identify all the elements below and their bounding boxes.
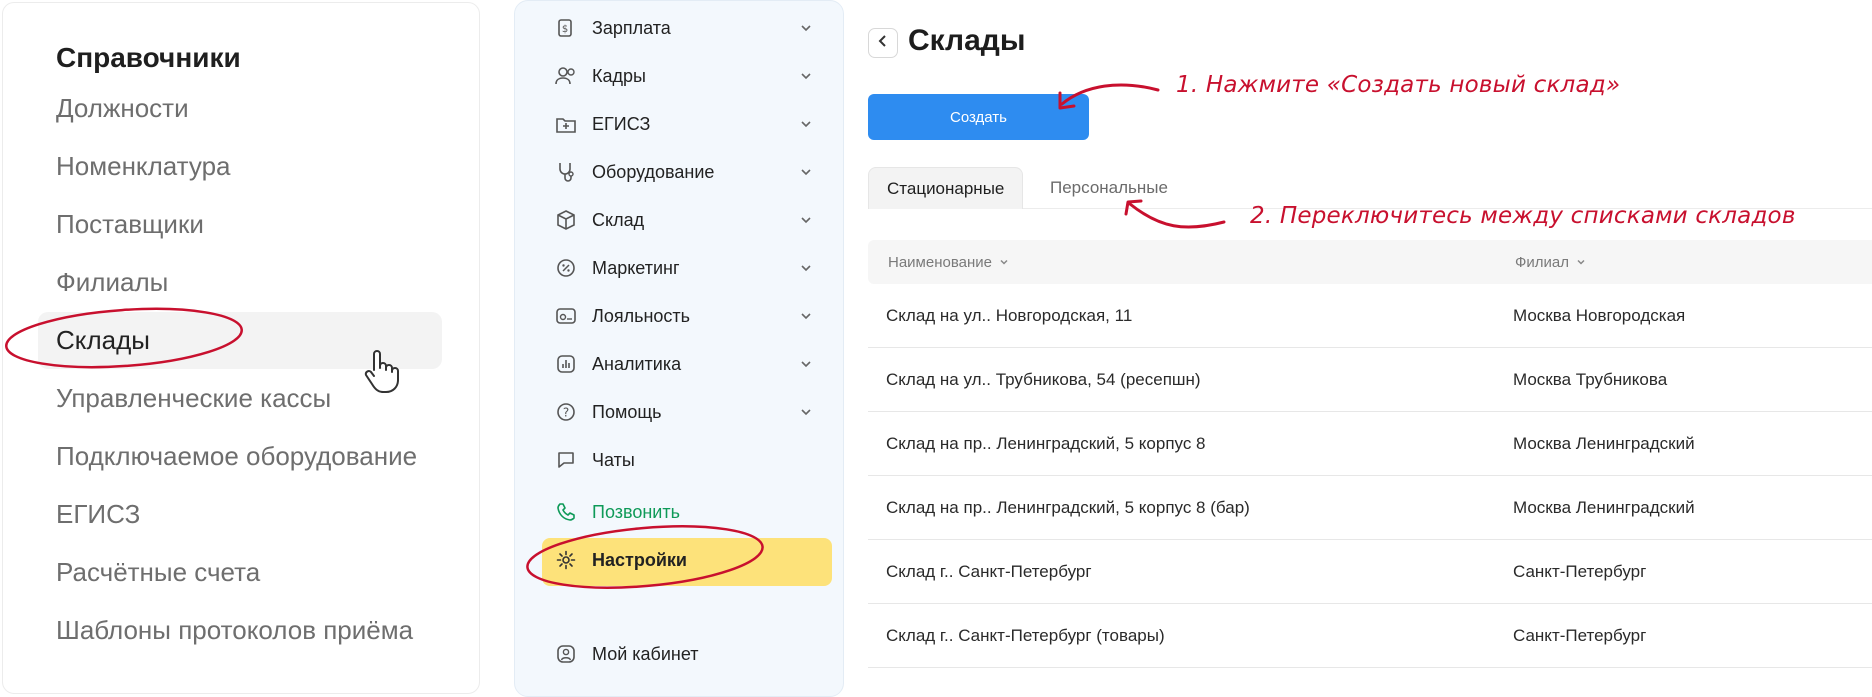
annotation-step-1: 1. Нажмите «Создать новый склад»	[1176, 72, 1621, 98]
reference-item-branches[interactable]: Филиалы	[56, 267, 168, 298]
chart-icon	[554, 352, 578, 376]
nav-label: ЕГИСЗ	[592, 113, 651, 134]
chevron-down-icon	[798, 68, 814, 84]
reference-item-equipment[interactable]: Подключаемое оборудование	[56, 441, 417, 472]
nav-item-my-cabinet[interactable]: Мой кабинет	[554, 634, 822, 674]
cell-branch: Москва Новгородская	[1513, 306, 1686, 325]
cell-branch: Москва Ленинградский	[1513, 498, 1695, 517]
nav-item-marketing[interactable]: Маркетинг	[554, 248, 822, 288]
nav-label: Чаты	[592, 449, 635, 470]
stethoscope-icon	[554, 160, 578, 184]
nav-item-staff[interactable]: Кадры	[554, 56, 822, 96]
tab-stationary[interactable]: Стационарные	[868, 167, 1024, 209]
cell-branch: Санкт-Петербург	[1513, 626, 1647, 645]
hand-cursor-icon	[364, 350, 399, 393]
chevron-left-icon	[877, 34, 889, 53]
nav-item-chats[interactable]: Чаты	[554, 440, 822, 480]
table-header: Наименование Филиал	[868, 240, 1872, 284]
nav-label: Настройки	[592, 549, 687, 570]
nav-label: Маркетинг	[592, 257, 680, 278]
chevron-down-icon	[998, 256, 1010, 268]
create-button[interactable]: Создать	[868, 94, 1089, 140]
table-row[interactable]: Склад на пр.. Ленинградский, 5 корпус 8 …	[868, 476, 1872, 540]
table-row[interactable]: Склад г.. Санкт-Петербург (товары) Санкт…	[868, 604, 1872, 668]
reference-item-warehouses[interactable]: Склады	[56, 325, 150, 356]
nav-item-salary[interactable]: $ Зарплата	[554, 8, 822, 48]
nav-label: Мой кабинет	[592, 643, 699, 664]
user-circle-icon	[554, 642, 578, 666]
chat-icon	[554, 448, 578, 472]
cell-name: Склад на ул.. Новгородская, 11	[886, 306, 1133, 325]
chevron-down-icon	[798, 212, 814, 228]
nav-label: Лояльность	[592, 305, 691, 326]
chevron-down-icon	[798, 20, 814, 36]
nav-label: Позвонить	[592, 501, 680, 522]
nav-item-loyalty[interactable]: Лояльность	[554, 296, 822, 336]
reference-item-protocol-templates[interactable]: Шаблоны протоколов приёма	[56, 615, 413, 646]
nav-label: Аналитика	[592, 353, 682, 374]
back-button[interactable]	[868, 28, 898, 58]
phone-icon	[554, 500, 578, 524]
column-label: Наименование	[888, 253, 992, 271]
gear-icon	[554, 548, 578, 572]
nav-item-egisz[interactable]: ЕГИСЗ	[554, 104, 822, 144]
chevron-down-icon	[798, 116, 814, 132]
help-icon: ?	[554, 400, 578, 424]
cell-name: Склад г.. Санкт-Петербург (товары)	[886, 626, 1165, 645]
chevron-down-icon	[1575, 256, 1587, 268]
reference-item-suppliers[interactable]: Поставщики	[56, 209, 204, 240]
cell-name: Склад г.. Санкт-Петербург	[886, 562, 1092, 581]
loyalty-card-icon	[554, 304, 578, 328]
svg-text:?: ?	[563, 406, 569, 420]
screen: Справочники Должности Номенклатура Поста…	[0, 0, 1872, 697]
salary-icon: $	[554, 16, 578, 40]
nav-item-help[interactable]: ? Помощь	[554, 392, 822, 432]
nav-item-analytics[interactable]: Аналитика	[554, 344, 822, 384]
reference-item-egisz[interactable]: ЕГИСЗ	[56, 499, 140, 530]
reference-item-bank-accounts[interactable]: Расчётные счета	[56, 557, 260, 588]
page-title: Склады	[908, 24, 1026, 57]
cell-name: Склад на пр.. Ленинградский, 5 корпус 8	[886, 434, 1206, 453]
nav-item-settings[interactable]: Настройки	[554, 540, 822, 580]
cell-branch: Москва Трубникова	[1513, 370, 1668, 389]
percent-icon	[554, 256, 578, 280]
column-header-branch[interactable]: Филиал	[1515, 240, 1587, 284]
chevron-down-icon	[798, 260, 814, 276]
svg-text:$: $	[562, 24, 568, 35]
box-icon	[554, 208, 578, 232]
nav-label: Зарплата	[592, 17, 671, 38]
nav-label: Оборудование	[592, 161, 715, 182]
chevron-down-icon	[798, 164, 814, 180]
chevron-down-icon	[798, 356, 814, 372]
people-icon	[554, 64, 578, 88]
table-row[interactable]: Склад на ул.. Трубникова, 54 (ресепшн) М…	[868, 348, 1872, 412]
nav-label: Помощь	[592, 401, 662, 422]
column-header-name[interactable]: Наименование	[888, 240, 1010, 284]
nav-label: Кадры	[592, 65, 646, 86]
tab-personal[interactable]: Персональные	[1050, 167, 1168, 209]
cell-branch: Санкт-Петербург	[1513, 562, 1647, 581]
folder-plus-icon	[554, 112, 578, 136]
reference-title: Справочники	[56, 42, 241, 73]
nav-item-call[interactable]: Позвонить	[554, 492, 822, 532]
annotation-step-2: 2. Переключитесь между списками складов	[1250, 203, 1796, 229]
chevron-down-icon	[798, 404, 814, 420]
table-row[interactable]: Склад г.. Санкт-Петербург Санкт-Петербур…	[868, 540, 1872, 604]
reference-item-nomenclature[interactable]: Номенклатура	[56, 151, 230, 182]
table-row[interactable]: Склад на ул.. Новгородская, 11 Москва Но…	[868, 284, 1872, 348]
chevron-down-icon	[798, 308, 814, 324]
reference-item-positions[interactable]: Должности	[56, 93, 189, 124]
cell-branch: Москва Ленинградский	[1513, 434, 1695, 453]
nav-label: Склад	[592, 209, 645, 230]
column-label: Филиал	[1515, 253, 1570, 271]
cell-name: Склад на ул.. Трубникова, 54 (ресепшн)	[886, 370, 1201, 389]
reference-item-cash-registers[interactable]: Управленческие кассы	[56, 383, 331, 414]
cell-name: Склад на пр.. Ленинградский, 5 корпус 8 …	[886, 498, 1250, 517]
nav-item-warehouse[interactable]: Склад	[554, 200, 822, 240]
table-row[interactable]: Склад на пр.. Ленинградский, 5 корпус 8 …	[868, 412, 1872, 476]
nav-item-equipment[interactable]: Оборудование	[554, 152, 822, 192]
